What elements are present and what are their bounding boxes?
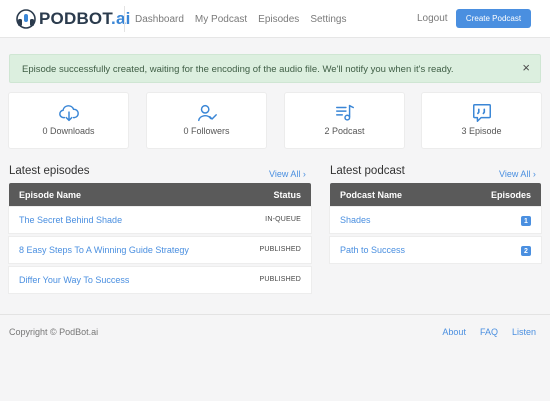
chevron-right-icon: › (302, 169, 306, 179)
nav-my-podcast[interactable]: My Podcast (195, 14, 247, 25)
close-icon[interactable]: × (522, 60, 530, 76)
playlist-music-icon (335, 104, 354, 121)
cloud-download-icon (58, 105, 79, 122)
column-header-episode-name: Episode Name (19, 190, 82, 200)
podcast-link[interactable]: Shades (340, 215, 371, 225)
stat-card-episode: 3 Episode (422, 93, 541, 148)
nav-episodes[interactable]: Episodes (258, 14, 299, 25)
column-header-status: Status (273, 190, 301, 200)
status-label: PUBLISHED (259, 276, 301, 283)
column-header-podcast-name: Podcast Name (340, 190, 403, 200)
episode-count-badge: 2 (521, 246, 531, 256)
episodes-view-all-link[interactable]: View All › (269, 169, 306, 179)
nav-dashboard[interactable]: Dashboard (135, 14, 184, 25)
episode-link[interactable]: 8 Easy Steps To A Winning Guide Strategy (19, 245, 189, 255)
podcast-link[interactable]: Path to Success (340, 245, 405, 255)
footer-link-faq[interactable]: FAQ (480, 327, 498, 337)
stat-card-podcast: 2 Podcast (285, 93, 404, 148)
episode-link[interactable]: Differ Your Way To Success (19, 275, 129, 285)
stat-label: 0 Followers (183, 126, 230, 136)
footer-links: About FAQ Listen (428, 327, 536, 337)
stat-label: 2 Podcast (324, 126, 365, 136)
episode-link[interactable]: The Secret Behind Shade (19, 215, 122, 225)
podcast-view-all-link[interactable]: View All › (499, 169, 536, 179)
status-label: PUBLISHED (259, 246, 301, 253)
podcast-table: Podcast Name Episodes Shades 1 Path to S… (330, 183, 541, 263)
table-row: Differ Your Way To Success PUBLISHED (9, 267, 311, 293)
stat-label: 3 Episode (461, 126, 502, 136)
nav-settings[interactable]: Settings (310, 14, 346, 25)
latest-episodes-title: Latest episodes (9, 165, 90, 177)
footer-link-listen[interactable]: Listen (512, 327, 536, 337)
table-row: Path to Success 2 (330, 237, 541, 263)
user-check-icon (197, 104, 217, 122)
logout-link[interactable]: Logout (417, 13, 448, 24)
episode-count-badge: 1 (521, 216, 531, 226)
chevron-right-icon: › (532, 169, 536, 179)
table-row: The Secret Behind Shade IN-QUEUE (9, 207, 311, 233)
nav-divider (124, 6, 125, 32)
headphones-logo-icon (16, 9, 36, 29)
top-navbar: PODBOT.ai Dashboard My Podcast Episodes … (0, 0, 550, 38)
alert-message: Episode successfully created, waiting fo… (22, 64, 454, 75)
table-row: Shades 1 (330, 207, 541, 233)
footer-divider (0, 314, 550, 315)
create-podcast-button[interactable]: Create Podcast (456, 9, 531, 28)
episodes-table-header: Episode Name Status (9, 183, 311, 207)
chat-quote-icon (472, 104, 491, 122)
logo[interactable]: PODBOT.ai (15, 7, 131, 31)
column-header-episodes: Episodes (490, 190, 531, 200)
latest-podcast-title: Latest podcast (330, 165, 405, 177)
stat-label: 0 Downloads (42, 126, 95, 136)
status-label: IN-QUEUE (265, 216, 301, 223)
logo-text: PODBOT.ai (39, 9, 131, 28)
footer-link-about[interactable]: About (442, 327, 466, 337)
stat-card-followers: 0 Followers (147, 93, 266, 148)
table-row: 8 Easy Steps To A Winning Guide Strategy… (9, 237, 311, 263)
success-alert: Episode successfully created, waiting fo… (9, 54, 541, 83)
episodes-table: Episode Name Status The Secret Behind Sh… (9, 183, 311, 293)
podcast-table-header: Podcast Name Episodes (330, 183, 541, 207)
main-nav: Dashboard My Podcast Episodes Settings (135, 0, 357, 38)
copyright-text: Copyright © PodBot.ai (9, 327, 99, 337)
stat-card-downloads: 0 Downloads (9, 93, 128, 148)
